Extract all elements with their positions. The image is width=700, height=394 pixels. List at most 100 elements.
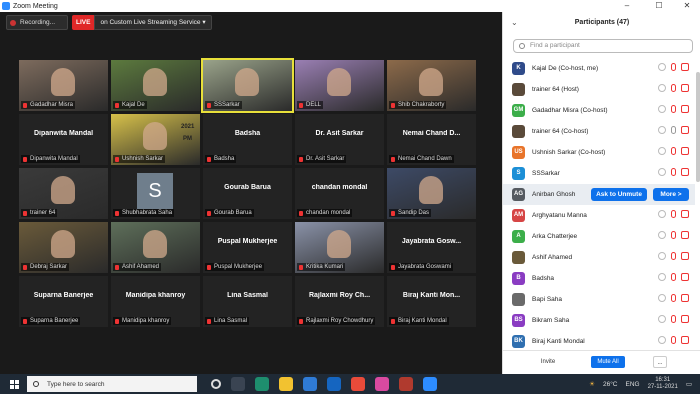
participant-name: trainer 64: [30, 210, 56, 216]
participants-panel: ⌄ Participants (47) Find a participant K…: [502, 12, 700, 374]
video-tile[interactable]: Nemai Chand D... Nemai Chand Dawn: [387, 114, 476, 165]
participant-display-name: Jayabrata Gosw...: [401, 238, 462, 245]
store-icon[interactable]: [303, 377, 317, 391]
video-off-icon: [681, 210, 689, 218]
participant-row[interactable]: AM Arghyatanu Manna: [503, 205, 695, 226]
participant-name-label: Dr. Asit Sarkar: [297, 155, 347, 163]
video-tile[interactable]: trainer 64: [19, 168, 108, 219]
participant-more-button[interactable]: More >: [653, 188, 689, 201]
invite-button[interactable]: Invite: [533, 356, 563, 368]
video-tile[interactable]: Kritika Kumari: [295, 222, 384, 273]
language-indicator[interactable]: ENG: [626, 381, 640, 388]
video-tile[interactable]: S Shubhabrata Saha: [111, 168, 200, 219]
video-tile[interactable]: Badsha Badsha: [203, 114, 292, 165]
participant-name: Ushnish Sarkar: [122, 156, 164, 162]
video-tile[interactable]: Ashif Ahamed: [111, 222, 200, 273]
video-tile[interactable]: Rajlaxmi Roy Ch... Rajlaxmi Roy Chowdhury: [295, 276, 384, 327]
participant-avatar: [512, 83, 525, 96]
video-tile[interactable]: Lina Sasmal Lina Sasmal: [203, 276, 292, 327]
zoom-taskbar-icon[interactable]: [423, 377, 437, 391]
participant-row[interactable]: B Badsha: [503, 268, 695, 289]
muted-mic-icon: [299, 102, 303, 108]
participant-row[interactable]: S SSSarkar: [503, 163, 695, 184]
participant-row[interactable]: trainer 64 (Co-host): [503, 121, 695, 142]
mute-all-button[interactable]: Mute All: [591, 356, 625, 368]
participant-avatar: [512, 125, 525, 138]
participant-row[interactable]: Bapi Saha: [503, 289, 695, 310]
search-placeholder: Find a participant: [530, 42, 580, 49]
participant-row[interactable]: GM Gadadhar Misra (Co-host): [503, 100, 695, 121]
word-icon[interactable]: [327, 377, 341, 391]
participant-name: Bapi Saha: [532, 296, 562, 303]
participant-name-label: Suparna Banerjee: [21, 317, 81, 325]
video-tile[interactable]: Gadadhar Misra: [19, 60, 108, 111]
file-explorer-icon[interactable]: [279, 377, 293, 391]
video-tile[interactable]: Jayabrata Gosw... Jayabrata Goswami: [387, 222, 476, 273]
task-view-icon[interactable]: [231, 377, 245, 391]
muted-mic-icon: [23, 156, 27, 162]
ask-to-unmute-button[interactable]: Ask to Unmute: [591, 188, 647, 201]
paint-icon[interactable]: [375, 377, 389, 391]
video-tile[interactable]: Shib Chakraborty: [387, 60, 476, 111]
participant-face: [327, 68, 351, 96]
edge-icon[interactable]: [255, 377, 269, 391]
participant-name: Kajal De (Co-host, me): [532, 65, 599, 72]
video-off-icon: [681, 336, 689, 344]
video-tile[interactable]: Suparna Banerjee Suparna Banerjee: [19, 276, 108, 327]
video-tile[interactable]: Kajal De: [111, 60, 200, 111]
participant-row[interactable]: US Ushnish Sarkar (Co-host): [503, 142, 695, 163]
minimize-button[interactable]: –: [616, 0, 638, 12]
participant-list-scrollbar[interactable]: [696, 72, 700, 182]
participant-name: Manidipa khanroy: [122, 318, 170, 324]
recording-indicator[interactable]: Recording...: [6, 15, 68, 30]
participant-name: Biraj Kanti Mondal: [398, 318, 447, 324]
participant-avatar: US: [512, 146, 525, 159]
video-tile[interactable]: Debraj Sarkar: [19, 222, 108, 273]
participant-row[interactable]: A Arka Chatterjee: [503, 226, 695, 247]
participant-row[interactable]: BK Biraj Kanti Mondal: [503, 331, 695, 352]
live-stream-indicator[interactable]: LIVE on Custom Live Streaming Service ▾: [72, 15, 212, 30]
reaction-icon: [658, 210, 666, 218]
participant-row[interactable]: K Kajal De (Co-host, me): [503, 58, 695, 79]
participant-name-label: Gourab Barua: [205, 209, 254, 217]
video-tile[interactable]: Dr. Asit Sarkar Dr. Asit Sarkar: [295, 114, 384, 165]
video-tile[interactable]: DELL: [295, 60, 384, 111]
clock[interactable]: 16:31 27-11-2021: [648, 377, 678, 391]
video-tile[interactable]: 2021 PM Ushnish Sarkar: [111, 114, 200, 165]
video-tile[interactable]: Sandip Das: [387, 168, 476, 219]
participant-display-name: Badsha: [234, 130, 261, 137]
participant-row[interactable]: Ashif Ahamed: [503, 247, 695, 268]
video-off-icon: [681, 315, 689, 323]
participant-name: DELL: [306, 102, 322, 108]
notification-icon[interactable]: ▭: [686, 380, 692, 388]
close-button[interactable]: ✕: [676, 0, 698, 12]
video-tile[interactable]: Manidipa khanroy Manidipa khanroy: [111, 276, 200, 327]
maximize-button[interactable]: ☐: [648, 0, 670, 12]
reaction-icon: [658, 252, 666, 260]
participant-row[interactable]: AG Anirban Ghosh Ask to Unmute More >: [503, 184, 695, 205]
participant-row[interactable]: BS Bikram Saha: [503, 310, 695, 331]
participant-avatar: BK: [512, 335, 525, 348]
chrome-icon[interactable]: [351, 377, 365, 391]
more-options-button[interactable]: ...: [653, 356, 667, 368]
video-tile[interactable]: Gourab Barua Gourab Barua: [203, 168, 292, 219]
participants-title: Participants (47): [574, 19, 630, 26]
participant-row[interactable]: trainer 64 (Host): [503, 79, 695, 100]
video-tile[interactable]: SSSarkar: [201, 58, 294, 113]
video-tile[interactable]: Biraj Kanti Mon... Biraj Kanti Mondal: [387, 276, 476, 327]
weather-icon[interactable]: ☀: [589, 380, 595, 388]
taskbar-search-input[interactable]: Type here to search: [27, 376, 197, 392]
participant-status-icons: [658, 336, 689, 344]
video-tile[interactable]: Dipanwita Mandal Dipanwita Mandal: [19, 114, 108, 165]
participant-name-label: Shubhabrata Saha: [113, 209, 175, 217]
video-tile[interactable]: Puspal Mukherjee Puspal Mukherjee: [203, 222, 292, 273]
participant-display-name: Gourab Barua: [224, 184, 271, 191]
muted-mic-icon: [23, 102, 27, 108]
cortana-icon[interactable]: [211, 379, 221, 389]
participant-search-input[interactable]: Find a participant: [513, 39, 693, 53]
windows-start-icon[interactable]: [10, 379, 19, 389]
powerpoint-icon[interactable]: [399, 377, 413, 391]
participant-display-name: Dr. Asit Sarkar: [315, 130, 364, 137]
video-tile[interactable]: chandan mondal chandan mondal: [295, 168, 384, 219]
live-service-dropdown[interactable]: on Custom Live Streaming Service ▾: [94, 15, 212, 30]
